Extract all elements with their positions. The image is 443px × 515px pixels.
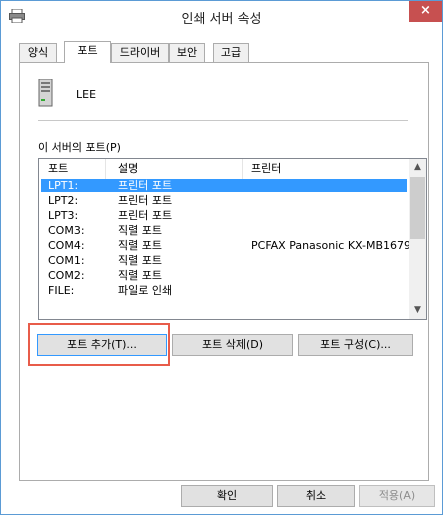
server-name: LEE [76,88,97,101]
table-row[interactable]: COM2: 직렬 포트 [41,269,407,282]
table-row[interactable]: LPT2: 프린터 포트 [41,194,407,207]
table-row[interactable]: LPT1: 프린터 포트 [41,179,407,192]
scroll-down-icon[interactable]: ▼ [409,302,426,319]
scroll-up-icon[interactable]: ▲ [409,159,426,176]
port-cell: LPT1: [48,179,79,192]
ports-list-label: 이 서버의 포트(P) [38,141,121,154]
tab-security[interactable]: 보안 [169,43,205,62]
scroll-thumb[interactable] [410,177,425,239]
column-header-printer[interactable]: 프린터 [243,159,409,179]
tab-forms[interactable]: 양식 [19,43,57,62]
column-header-port[interactable]: 포트 [39,159,106,179]
column-header-description[interactable]: 설명 [106,159,243,179]
description-cell: 프린터 포트 [118,179,173,192]
description-cell: 직렬 포트 [118,224,162,237]
table-row[interactable]: LPT3: 프린터 포트 [41,209,407,222]
configure-port-button[interactable]: 포트 구성(C)... [298,334,413,356]
ports-tab-panel: LEE 이 서버의 포트(P) 포트 설명 프린터 LPT1: 프린터 포트 L… [19,62,429,481]
tab-ports[interactable]: 포트 [64,41,111,63]
window-title: 인쇄 서버 속성 [181,12,262,27]
port-cell: COM1: [48,254,85,267]
ports-list[interactable]: 포트 설명 프린터 LPT1: 프린터 포트 LPT2: 프린터 포트 LPT3… [38,158,427,320]
printer-cell: PCFAX Panasonic KX-MB1679... [251,239,422,252]
ok-button[interactable]: 확인 [181,485,273,507]
print-server-properties-window: 인쇄 서버 속성 × 양식 포트 드라이버 보안 고급 LEE 이 서버의 포트… [0,0,443,515]
description-cell: 직렬 포트 [118,269,162,282]
port-cell: COM3: [48,224,85,237]
server-icon [38,79,53,107]
title-bar: 인쇄 서버 속성 × [1,1,442,31]
port-cell: LPT3: [48,209,79,222]
port-cell: COM2: [48,269,85,282]
close-button[interactable]: × [409,1,442,22]
apply-button[interactable]: 적용(A) [359,485,435,507]
table-row[interactable]: COM1: 직렬 포트 [41,254,407,267]
tab-drivers[interactable]: 드라이버 [111,43,169,62]
description-cell: 파일로 인쇄 [118,284,173,297]
cancel-button[interactable]: 취소 [277,485,355,507]
table-row[interactable]: COM4: 직렬 포트 PCFAX Panasonic KX-MB1679... [41,239,422,252]
list-header: 포트 설명 프린터 [39,159,409,179]
close-icon: × [420,3,431,18]
table-row[interactable]: COM3: 직렬 포트 [41,224,407,237]
delete-port-button[interactable]: 포트 삭제(D) [172,334,293,356]
table-row[interactable]: FILE: 파일로 인쇄 [41,284,407,297]
vertical-scrollbar[interactable]: ▲ ▼ [409,159,426,319]
port-cell: FILE: [48,284,75,297]
description-cell: 프린터 포트 [118,194,173,207]
port-cell: COM4: [48,239,85,252]
description-cell: 프린터 포트 [118,209,173,222]
tab-advanced[interactable]: 고급 [213,43,249,62]
description-cell: 직렬 포트 [118,239,162,252]
divider [38,120,408,121]
port-cell: LPT2: [48,194,79,207]
highlight-annotation [28,323,170,366]
description-cell: 직렬 포트 [118,254,162,267]
